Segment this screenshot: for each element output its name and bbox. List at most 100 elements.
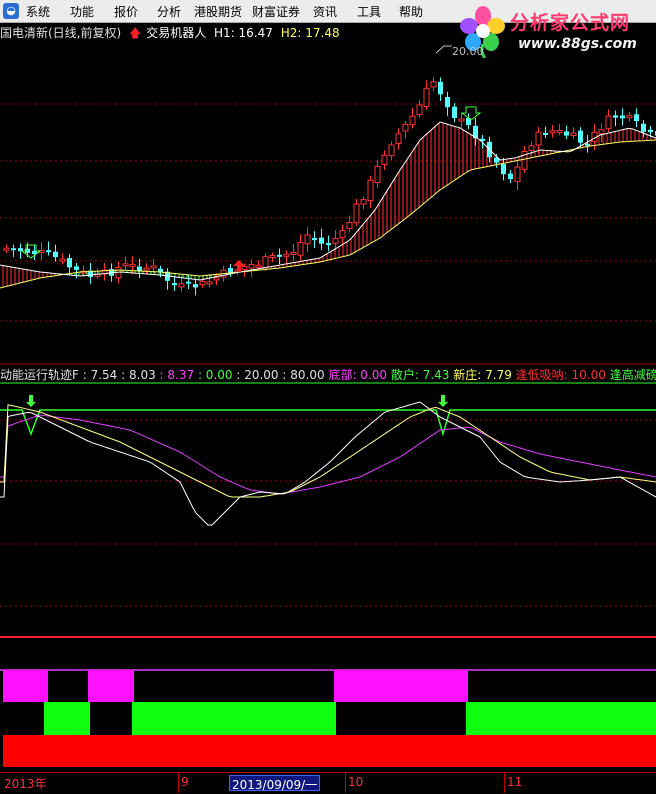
- menu-news[interactable]: 资讯: [313, 3, 337, 20]
- candle-up: [269, 255, 276, 259]
- app-logo-icon[interactable]: ◒: [3, 3, 19, 19]
- green-block: [132, 702, 336, 735]
- candle-up: [150, 265, 157, 269]
- date-cursor: 2013/09/09/一: [229, 775, 321, 792]
- menu-hk-futures[interactable]: 港股期货: [194, 3, 242, 20]
- date-tick: [178, 773, 179, 793]
- red-block: [3, 735, 656, 767]
- down-arrow-icon: [20, 244, 42, 259]
- candle-up: [304, 234, 311, 245]
- candle-up: [430, 81, 437, 88]
- candle-up: [626, 115, 633, 119]
- candle-down: [11, 248, 16, 251]
- candle-up: [213, 277, 220, 281]
- stock-title: 国电清新(日线,前复权): [0, 26, 122, 40]
- menu-analysis[interactable]: 分析: [157, 3, 181, 20]
- candle-down: [74, 266, 79, 270]
- sell-high-label: 逢高减磅: 90: [609, 368, 656, 382]
- candle-up: [353, 203, 360, 224]
- date-axis[interactable]: 2013年 9 2013/09/09/一 10 11: [0, 772, 656, 794]
- date-tick: [504, 773, 505, 793]
- new-dealer-label: 新庄: 7.79: [453, 368, 512, 382]
- candle-up: [395, 133, 402, 144]
- robot-label[interactable]: 交易机器人: [146, 26, 206, 40]
- candle-down: [578, 130, 583, 143]
- candle-up: [605, 115, 612, 130]
- candle-up: [388, 144, 395, 157]
- down-arrow-icon: [438, 395, 448, 407]
- candle-down: [620, 115, 625, 119]
- candle-up: [423, 87, 430, 107]
- indicator-chart[interactable]: [0, 382, 656, 770]
- candle-down: [641, 123, 646, 132]
- menu-help[interactable]: 帮助: [399, 3, 423, 20]
- menu-function[interactable]: 功能: [70, 3, 94, 20]
- date-tick: [345, 773, 346, 793]
- candle-up: [549, 130, 556, 134]
- menu-system[interactable]: 系统: [26, 3, 50, 20]
- main-grid: [0, 103, 656, 322]
- retail-label: 散户: 7.43: [390, 368, 450, 382]
- candle-up: [570, 132, 577, 137]
- kline-chart[interactable]: 20.00: [0, 40, 656, 364]
- candle-up: [556, 129, 563, 133]
- candle-up: [360, 199, 367, 205]
- candle-down: [501, 164, 506, 175]
- peak-marker: 20.00: [435, 45, 484, 58]
- indicator-value: : 8.03: [121, 368, 156, 382]
- magenta-block: [334, 670, 468, 702]
- candle-up: [367, 179, 374, 202]
- candle-up: [59, 258, 66, 262]
- candle-up: [346, 222, 353, 229]
- candle-up: [458, 118, 465, 122]
- menu-fortune-securities[interactable]: 财富证券: [252, 3, 300, 20]
- signal-blocks: [0, 669, 656, 767]
- menu-tools[interactable]: 工具: [357, 3, 381, 20]
- candle-up: [248, 263, 255, 269]
- menu-quote[interactable]: 报价: [114, 3, 138, 20]
- candle-up: [129, 263, 136, 267]
- candle-down: [53, 251, 58, 258]
- robot-arrow-icon: 🡅: [129, 26, 142, 40]
- candle-down: [312, 237, 317, 241]
- candle-up: [339, 230, 346, 239]
- candle-up: [416, 104, 423, 116]
- candle-up: [409, 115, 416, 126]
- magenta-block: [88, 670, 134, 702]
- green-block: [466, 702, 656, 735]
- indicator-info-line: 动能运行轨迹F : 7.54 : 8.03 : 8.37 : 0.00 : 20…: [0, 366, 656, 382]
- date-year-label: 2013年: [4, 777, 47, 791]
- candle-up: [514, 166, 521, 183]
- candle-down: [543, 132, 548, 135]
- candle-down: [613, 115, 618, 118]
- ma-short-line: [0, 121, 656, 281]
- down-arrow-icon: [460, 106, 482, 121]
- candle-up: [535, 131, 542, 146]
- candle-down: [508, 173, 513, 180]
- momentum-white-line: [0, 401, 656, 526]
- indicator-value: : 20.00: [236, 368, 279, 382]
- candle-up: [122, 263, 129, 267]
- signal-green-line: [0, 409, 656, 437]
- ma-yellow-line: [0, 404, 656, 498]
- candle-up: [206, 281, 213, 285]
- candle-down: [326, 243, 331, 246]
- indicator-grid: [0, 382, 656, 607]
- candle-up: [199, 281, 206, 286]
- candle-down: [67, 258, 72, 268]
- candle-up: [178, 283, 185, 288]
- candle-up: [241, 266, 248, 270]
- candle-up: [262, 256, 269, 269]
- green-block: [44, 702, 90, 735]
- candle-up: [290, 251, 297, 255]
- candle-up: [332, 238, 339, 244]
- candle-up: [381, 154, 388, 165]
- candle-down: [46, 250, 51, 253]
- h1-value: H1: 16.47: [214, 26, 273, 40]
- candle-up: [255, 264, 262, 268]
- indicator-value: : 0.00: [197, 368, 233, 382]
- chart-info-line: 国电清新(日线,前复权) 🡅 交易机器人 H1: 16.47 H2: 17.48: [0, 24, 344, 40]
- candle-down: [634, 114, 639, 122]
- candle-down: [193, 284, 198, 288]
- date-month-label: 11: [507, 775, 523, 789]
